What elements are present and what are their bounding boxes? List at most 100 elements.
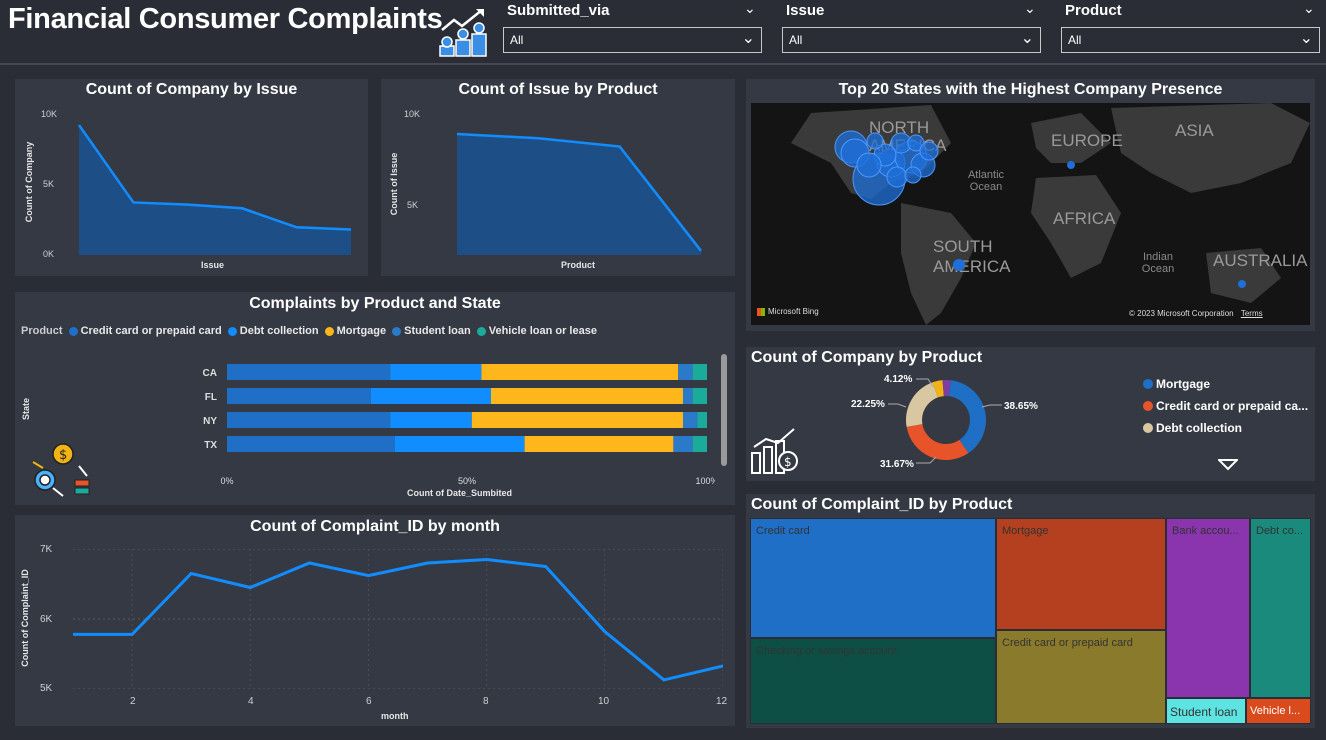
company-by-issue-xlabel: Issue bbox=[201, 260, 225, 270]
treemap-tile-bank-account[interactable]: Bank accou... bbox=[1166, 518, 1250, 698]
legend-item[interactable]: Student loan bbox=[392, 325, 471, 337]
treemap-tile-student-loan[interactable]: Student loan bbox=[1166, 698, 1246, 724]
legend-item[interactable]: Debt collection bbox=[1143, 421, 1308, 435]
legend-item[interactable]: Credit card or prepaid card bbox=[68, 325, 222, 337]
state-label: FL bbox=[205, 392, 217, 403]
company-by-product-panel[interactable]: Count of Company by Product $ 38.65% 31.… bbox=[746, 347, 1315, 481]
slicer-product-dropdown[interactable]: All ⌄ bbox=[1061, 27, 1320, 53]
legend-item[interactable]: Mortgage bbox=[324, 325, 387, 337]
legend-item[interactable]: Debt collection bbox=[227, 325, 319, 337]
scrollbar[interactable] bbox=[721, 354, 727, 466]
legend-label: Mortgage bbox=[1156, 377, 1210, 391]
legend-item[interactable]: Vehicle loan or lease bbox=[476, 325, 597, 337]
legend-title: Product bbox=[21, 325, 63, 337]
state-label: NY bbox=[203, 416, 217, 427]
bar-segment bbox=[692, 436, 707, 452]
y-tick: 5K bbox=[407, 200, 419, 210]
complaints-illustration-icon: $ bbox=[32, 443, 90, 497]
state-label: CA bbox=[203, 368, 217, 379]
stacked-xlabel: Count of Date_Sumbited bbox=[407, 488, 512, 498]
bar-segment bbox=[692, 388, 707, 404]
y-tick: 0K bbox=[43, 249, 55, 259]
bar-segment bbox=[371, 388, 491, 404]
treemap-tile-mortgage[interactable]: Mortgage bbox=[996, 518, 1166, 630]
x-tick: 4 bbox=[248, 696, 254, 707]
state-label: TX bbox=[204, 440, 217, 451]
finance-growth-icon bbox=[439, 9, 487, 57]
map-canvas[interactable]: NORTH AMERICA EUROPE ASIA Atlantic Ocean… bbox=[751, 103, 1310, 325]
y-tick: 5K bbox=[40, 683, 53, 694]
company-by-issue-area-chart[interactable] bbox=[77, 109, 353, 255]
map-copyright: © 2023 Microsoft Corporation Terms bbox=[1129, 309, 1263, 318]
slicer-product-label: Product bbox=[1065, 2, 1122, 19]
legend-label: Debt collection bbox=[1156, 421, 1243, 435]
x-tick: 50% bbox=[458, 476, 476, 486]
treemap-panel[interactable]: Count of Complaint_ID by Product Credit … bbox=[746, 494, 1315, 728]
treemap-tile-debt-collection[interactable]: Debt co... bbox=[1250, 518, 1311, 698]
treemap-tile-vehicle-loan[interactable]: Vehicle l... bbox=[1246, 698, 1311, 724]
y-tick: 6K bbox=[40, 614, 53, 625]
donut-legend: Mortgage Credit card or prepaid ca... De… bbox=[1143, 377, 1308, 435]
x-tick: 8 bbox=[483, 696, 489, 707]
legend-scroll-down-icon[interactable] bbox=[1218, 459, 1238, 471]
bing-logo-icon bbox=[757, 307, 765, 316]
map-bubbles[interactable] bbox=[751, 103, 1310, 325]
page-title: Financial Consumer Complaints bbox=[8, 3, 443, 35]
month-line-chart[interactable] bbox=[73, 549, 723, 689]
bar-segment bbox=[678, 364, 693, 380]
bing-logo: Microsoft Bing bbox=[757, 307, 819, 316]
bar-segment bbox=[227, 388, 371, 404]
x-tick: 2 bbox=[130, 696, 136, 707]
chevron-down-icon[interactable]: ⌄ bbox=[1024, 0, 1036, 17]
bar-segment bbox=[471, 412, 683, 428]
slicer-product-value: All bbox=[1068, 33, 1082, 47]
bar-segment bbox=[395, 436, 525, 452]
map-panel[interactable]: Top 20 States with the Highest Company P… bbox=[746, 79, 1315, 331]
legend-label: Debt collection bbox=[239, 325, 319, 337]
legend-label: Vehicle loan or lease bbox=[488, 325, 597, 337]
treemap-tile-credit-prepaid[interactable]: Credit card or prepaid card bbox=[996, 630, 1166, 724]
treemap-tile-credit-card[interactable]: Credit card bbox=[750, 518, 996, 638]
bar-segment bbox=[697, 412, 707, 428]
company-by-issue-panel[interactable]: Count of Company by Issue Count of Compa… bbox=[15, 79, 368, 276]
bar-segment bbox=[481, 364, 679, 380]
slicer-submitted-via-dropdown[interactable]: All ⌄ bbox=[503, 27, 762, 53]
month-ylabel: Count of Complaint_ID bbox=[20, 569, 30, 667]
slicer-issue-dropdown[interactable]: All ⌄ bbox=[782, 27, 1041, 53]
legend-label: Credit card or prepaid card bbox=[80, 325, 222, 337]
chevron-down-icon[interactable]: ⌄ bbox=[1303, 0, 1315, 17]
stacked-bar-chart[interactable]: CA FL NY TX 0% 50% 100% bbox=[195, 358, 715, 488]
y-tick: 10K bbox=[404, 109, 421, 119]
complaints-by-state-panel[interactable]: Complaints by Product and State Product … bbox=[15, 292, 735, 505]
series-line bbox=[73, 557, 723, 682]
month-xlabel: month bbox=[381, 711, 409, 721]
issue-by-product-panel[interactable]: Count of Issue by Product Count of Issue… bbox=[381, 79, 735, 276]
bar-segment bbox=[227, 412, 391, 428]
y-tick: 5K bbox=[43, 179, 55, 189]
bar-segment bbox=[683, 412, 698, 428]
issue-by-product-title: Count of Issue by Product bbox=[458, 81, 658, 98]
area-fill bbox=[79, 125, 351, 255]
terms-link[interactable]: Terms bbox=[1241, 309, 1263, 318]
legend-item[interactable]: Mortgage bbox=[1143, 377, 1308, 391]
treemap-title: Count of Complaint_ID by Product bbox=[751, 496, 1013, 513]
x-tick: 12 bbox=[716, 696, 728, 707]
x-tick: 0% bbox=[220, 476, 233, 486]
complaints-by-month-panel[interactable]: Count of Complaint_ID by month Count of … bbox=[15, 515, 735, 726]
legend-label: Mortgage bbox=[336, 325, 387, 337]
legend-label: Student loan bbox=[404, 325, 471, 337]
chevron-down-icon: ⌄ bbox=[741, 30, 755, 47]
header-divider bbox=[0, 63, 1326, 65]
issue-by-product-area-chart[interactable] bbox=[437, 109, 721, 255]
treemap-tile-checking[interactable]: Checking or savings account bbox=[750, 638, 996, 724]
issue-by-product-xlabel: Product bbox=[561, 260, 596, 270]
chevron-down-icon: ⌄ bbox=[1299, 30, 1313, 47]
chevron-down-icon[interactable]: ⌄ bbox=[744, 0, 756, 17]
slicer-submitted-via-value: All bbox=[510, 33, 524, 47]
bar-segment bbox=[524, 436, 674, 452]
state-axis-label: State bbox=[21, 397, 32, 421]
complaints-by-state-title: Complaints by Product and State bbox=[249, 295, 501, 312]
legend-item[interactable]: Credit card or prepaid ca... bbox=[1143, 399, 1308, 413]
chevron-down-icon: ⌄ bbox=[1020, 30, 1034, 47]
x-tick: 100% bbox=[695, 476, 715, 486]
